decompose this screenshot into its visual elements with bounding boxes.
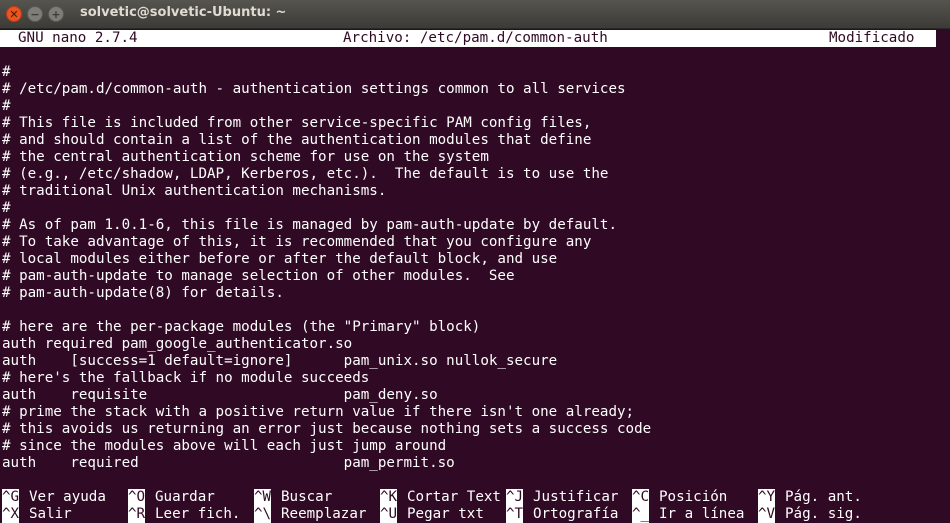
shortcut-go-to-line[interactable]: ^_ Ir a línea — [632, 506, 744, 523]
shortcut-cut-text[interactable]: ^K Cortar Text — [380, 489, 501, 506]
shortcut-label: Salir — [29, 506, 72, 522]
shortcut-label: Leer fich. — [155, 506, 241, 522]
close-window-button[interactable]: ✕ — [6, 6, 22, 22]
shortcut-key: ^T — [506, 506, 524, 523]
shortcut-prev-page[interactable]: ^Y Pág. ant. — [758, 489, 862, 506]
file-line[interactable]: # pam-auth-update to manage selection of… — [2, 268, 515, 285]
terminal-window: ✕ − + solvetic@solvetic-Ubuntu: ~ GNU na… — [0, 0, 950, 523]
file-line[interactable]: # — [2, 98, 11, 115]
file-line[interactable]: # since the modules above will each just… — [2, 438, 446, 455]
minimize-window-button[interactable]: − — [27, 6, 43, 22]
shortcut-label: Buscar — [281, 489, 333, 505]
shortcut-key: ^W — [254, 489, 272, 506]
file-line[interactable]: # the central authentication scheme for … — [2, 149, 489, 166]
shortcut-key: ^\ — [254, 506, 272, 523]
shortcut-key: ^K — [380, 489, 398, 506]
file-line[interactable]: # — [2, 200, 11, 217]
shortcut-search[interactable]: ^W Buscar — [254, 489, 332, 506]
file-line[interactable]: # /etc/pam.d/common-auth - authenticatio… — [2, 81, 626, 98]
shortcut-key: ^_ — [632, 506, 650, 523]
shortcut-key: ^J — [506, 489, 524, 506]
shortcut-key: ^O — [128, 489, 146, 506]
title-bar[interactable]: ✕ − + solvetic@solvetic-Ubuntu: ~ — [0, 0, 950, 29]
file-line[interactable]: auth required pam_google_authenticator.s… — [2, 336, 352, 353]
shortcut-next-page[interactable]: ^V Pág. sig. — [758, 506, 862, 523]
shortcut-label: Posición — [659, 489, 728, 505]
file-line[interactable]: auth required pam_permit.so — [2, 455, 455, 472]
shortcut-help[interactable]: ^G Ver ayuda — [2, 489, 106, 506]
nano-modified-status: Modificado — [829, 30, 915, 46]
shortcut-label: Reemplazar — [281, 506, 367, 522]
shortcut-label: Pág. ant. — [785, 489, 862, 505]
window-title: solvetic@solvetic-Ubuntu: ~ — [80, 5, 287, 20]
shortcut-label: Ver ayuda — [29, 489, 106, 505]
file-line[interactable]: # This file is included from other servi… — [2, 115, 591, 132]
shortcut-label: Ir a línea — [659, 506, 745, 522]
shortcut-label: Ortografía — [533, 506, 619, 522]
nano-file-name: Archivo: /etc/pam.d/common-auth — [343, 30, 608, 46]
shortcut-spelling[interactable]: ^T Ortografía — [506, 506, 618, 523]
file-line[interactable]: # (e.g., /etc/shadow, LDAP, Kerberos, et… — [2, 166, 608, 183]
file-line[interactable]: # local modules either before or after t… — [2, 251, 557, 268]
shortcut-position[interactable]: ^C Posición — [632, 489, 727, 506]
file-line[interactable]: # To take advantage of this, it is recom… — [2, 234, 591, 251]
file-line[interactable]: # traditional Unix authentication mechan… — [2, 183, 386, 200]
shortcut-key: ^X — [2, 506, 20, 523]
shortcut-key: ^V — [758, 506, 776, 523]
shortcut-label: Pág. sig. — [785, 506, 862, 522]
shortcut-exit[interactable]: ^X Salir — [2, 506, 72, 523]
shortcut-key: ^U — [380, 506, 398, 523]
nano-header-bar: GNU nano 2.7.4 Archivo: /etc/pam.d/commo… — [0, 30, 936, 47]
shortcut-key: ^R — [128, 506, 146, 523]
shortcut-label: Justificar — [533, 489, 619, 505]
shortcut-key: ^Y — [758, 489, 776, 506]
shortcut-replace[interactable]: ^\ Reemplazar — [254, 506, 366, 523]
shortcut-paste-text[interactable]: ^U Pegar txt — [380, 506, 484, 523]
shortcut-key: ^G — [2, 489, 20, 506]
shortcut-save[interactable]: ^O Guardar — [128, 489, 215, 506]
file-line[interactable]: auth requisite pam_deny.so — [2, 387, 438, 404]
shortcut-label: Cortar Text — [407, 489, 501, 505]
file-line[interactable]: # As of pam 1.0.1-6, this file is manage… — [2, 217, 617, 234]
shortcut-read-file[interactable]: ^R Leer fich. — [128, 506, 240, 523]
shortcut-label: Pegar txt — [407, 506, 484, 522]
shortcut-justify[interactable]: ^J Justificar — [506, 489, 618, 506]
file-line[interactable]: # prime the stack with a positive return… — [2, 404, 634, 421]
file-line[interactable]: # — [2, 64, 11, 81]
file-line[interactable]: # this avoids us returning an error just… — [2, 421, 651, 438]
maximize-window-button[interactable]: + — [48, 6, 64, 22]
nano-version: GNU nano 2.7.4 — [18, 30, 138, 46]
shortcut-label: Guardar — [155, 489, 215, 505]
shortcut-key: ^C — [632, 489, 650, 506]
file-line[interactable]: # here's the fallback if no module succe… — [2, 370, 369, 387]
file-line[interactable]: auth [success=1 default=ignore] pam_unix… — [2, 353, 557, 370]
file-line[interactable]: # and should contain a list of the authe… — [2, 132, 591, 149]
terminal-area[interactable]: GNU nano 2.7.4 Archivo: /etc/pam.d/commo… — [0, 28, 950, 523]
file-line[interactable]: # here are the per-package modules (the … — [2, 319, 480, 336]
file-line[interactable]: # pam-auth-update(8) for details. — [2, 285, 284, 302]
